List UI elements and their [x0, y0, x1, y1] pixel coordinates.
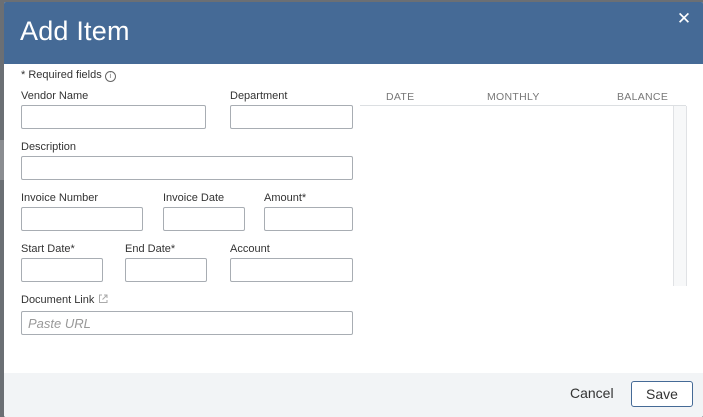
- modal-title: Add Item: [20, 16, 130, 46]
- document-link-label-wrap: Document Link: [21, 294, 108, 306]
- account-input[interactable]: [230, 258, 353, 282]
- invoice-date-input[interactable]: [163, 207, 245, 231]
- modal-footer: Cancel Save: [4, 373, 703, 417]
- description-label: Description: [21, 141, 77, 153]
- start-date-input[interactable]: [21, 258, 103, 282]
- vendor-name-input[interactable]: [21, 105, 206, 129]
- amount-input[interactable]: [264, 207, 353, 231]
- save-button[interactable]: Save: [631, 381, 693, 407]
- schedule-grid-header: DATE MONTHLY BALANCE: [360, 91, 686, 106]
- department-input[interactable]: [230, 105, 353, 129]
- invoice-number-input[interactable]: [21, 207, 143, 231]
- schedule-grid-scrollbar[interactable]: [673, 106, 687, 286]
- required-fields-label: * Required fields: [21, 69, 102, 81]
- required-fields-note: * Required fields i: [21, 69, 116, 82]
- end-date-label: End Date*: [125, 243, 176, 255]
- invoice-number-label: Invoice Number: [21, 192, 99, 204]
- invoice-date-label: Invoice Date: [163, 192, 225, 204]
- document-link-label: Document Link: [21, 294, 95, 306]
- cancel-button[interactable]: Cancel: [570, 385, 614, 401]
- info-icon[interactable]: i: [104, 71, 116, 82]
- document-link-input[interactable]: [21, 311, 353, 335]
- grid-column-balance: BALANCE: [617, 91, 669, 103]
- external-link-icon[interactable]: [98, 294, 108, 304]
- vendor-name-label: Vendor Name: [21, 90, 89, 102]
- add-item-modal: Add Item ✕ * Required fields i Vendor Nam…: [4, 2, 703, 417]
- department-label: Department: [230, 90, 288, 102]
- account-label: Account: [230, 243, 270, 255]
- description-input[interactable]: [21, 156, 353, 180]
- modal-header: Add Item ✕: [4, 2, 703, 64]
- start-date-label: Start Date*: [21, 243, 75, 255]
- amount-label: Amount*: [264, 192, 307, 204]
- close-icon[interactable]: ✕: [675, 10, 693, 28]
- end-date-input[interactable]: [125, 258, 207, 282]
- grid-column-date: DATE: [386, 91, 415, 103]
- grid-column-monthly: MONTHLY: [487, 91, 540, 103]
